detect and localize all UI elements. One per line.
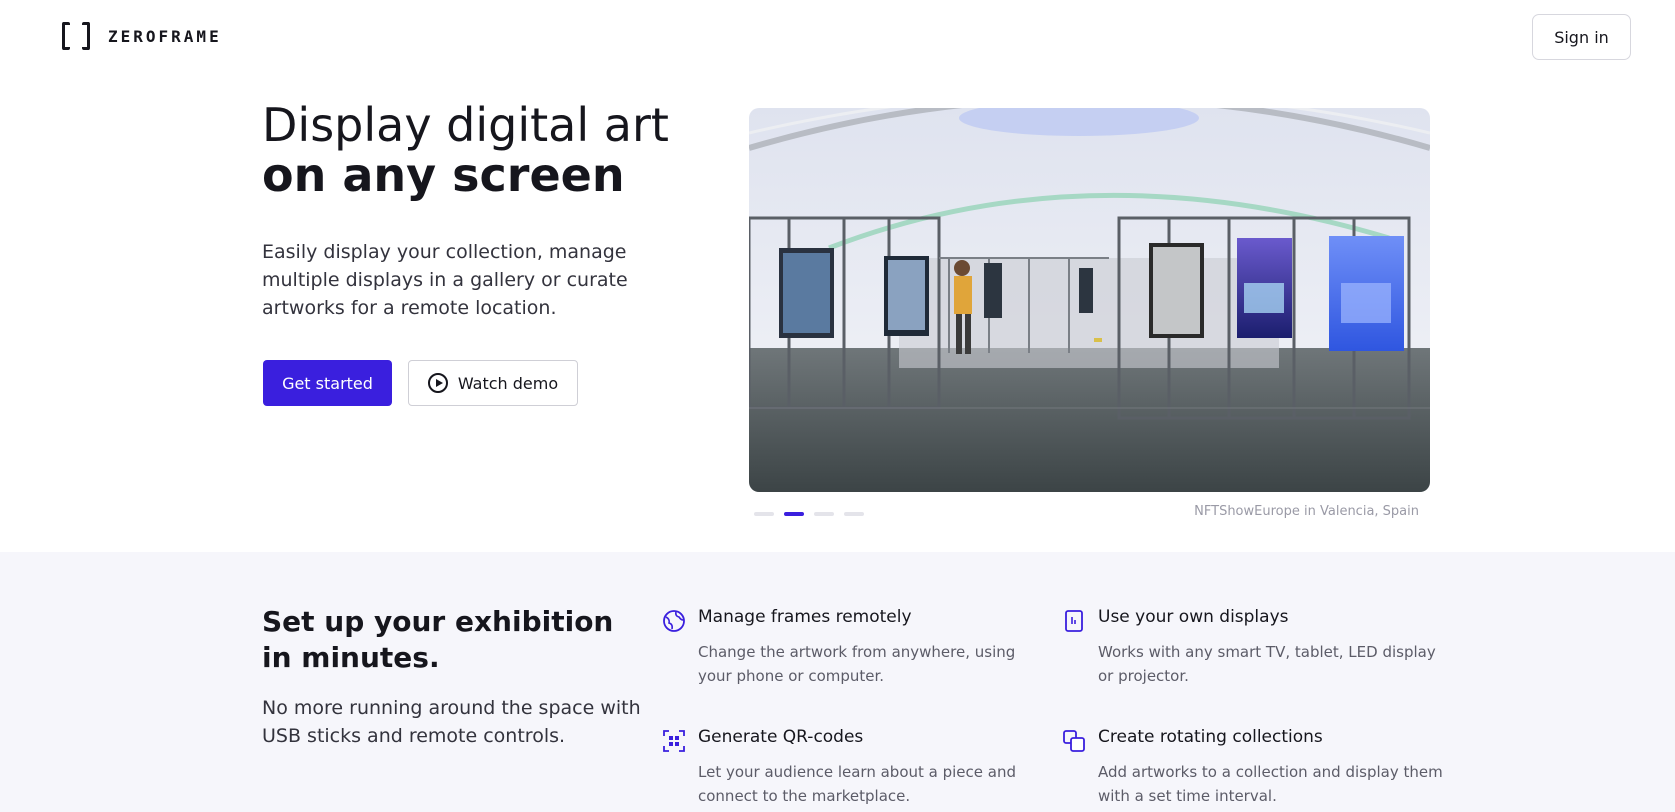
brand-name: ZEROFRAME [108,26,222,46]
feature-text: Works with any smart TV, tablet, LED dis… [1098,643,1436,685]
feature-name: Generate QR-codes [698,727,864,747]
qr-code-icon [663,730,685,752]
site-header: ZEROFRAME Sign in [0,0,1675,75]
feature-name: Use your own displays [1098,607,1289,627]
display-icon [1065,610,1083,632]
carousel-dot-active[interactable] [784,512,804,516]
carousel-dot[interactable] [814,512,834,516]
features-description: No more running around the space with US… [262,697,641,747]
features-title: Set up your exhibition in minutes. [262,605,614,674]
globe-icon [663,610,685,632]
hero-title-line1: Display digital art [262,98,669,152]
play-circle-icon [427,373,448,393]
carousel-dot[interactable] [754,512,774,516]
hero-title: Display digital art on any screen [262,100,722,200]
watch-demo-label: Watch demo [457,373,559,393]
photo-caption: NFTShowEurope in Valencia, Spain [1194,504,1419,519]
feature-text: Let your audience learn about a piece an… [698,763,1016,805]
hero-title-line2: on any screen [262,148,625,202]
feature-text: Change the artwork from anywhere, using … [698,643,1016,685]
hero-description: Easily display your collection, manage m… [262,241,628,319]
hero-exhibition-photo [749,108,1430,492]
watch-demo-button[interactable]: Watch demo [408,360,578,406]
stacked-squares-icon [1063,730,1085,752]
exhibition-photo-illustration [749,108,1430,492]
feature-name: Create rotating collections [1098,727,1323,747]
carousel-dot[interactable] [844,512,864,516]
carousel-indicators [754,512,864,516]
feature-text: Add artworks to a collection and display… [1098,763,1443,805]
brackets-logo-icon [62,22,90,50]
get-started-button[interactable]: Get started [263,360,392,406]
sign-in-button[interactable]: Sign in [1532,14,1631,60]
feature-name: Manage frames remotely [698,607,912,627]
brand-logo[interactable]: ZEROFRAME [62,22,222,50]
